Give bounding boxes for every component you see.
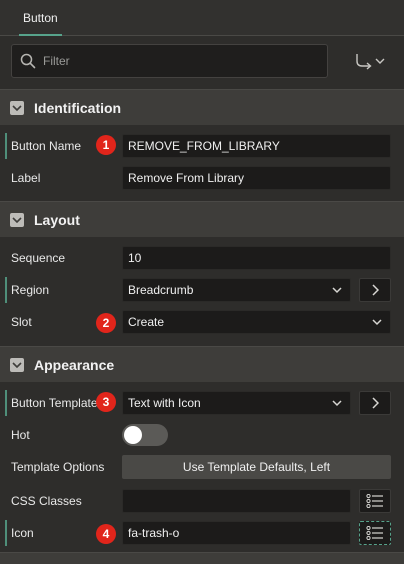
section-title-layout: Layout [34, 212, 80, 228]
goto-arrow-icon [356, 54, 385, 70]
button-template-label: Button Template [11, 396, 98, 410]
section-title-identification: Identification [34, 100, 122, 116]
chevron-down-icon [10, 213, 24, 227]
region-go-button[interactable] [359, 278, 391, 302]
button-template-go-button[interactable] [359, 391, 391, 415]
label-input[interactable]: Remove From Library [122, 166, 391, 190]
row-css-classes: CSS Classes [0, 485, 404, 517]
css-classes-label: CSS Classes [11, 494, 82, 508]
region-label: Region [11, 283, 50, 297]
region-select-value: Breadcrumb [128, 283, 194, 297]
slot-select[interactable]: Create [122, 310, 391, 334]
section-body-identification: Button Name REMOVE_FROM_LIBRARY Label Re… [0, 126, 404, 199]
slot-select-value: Create [128, 315, 165, 329]
icon-label: Icon [11, 526, 34, 540]
next-section-header [0, 552, 404, 564]
template-options-button[interactable]: Use Template Defaults, Left [122, 455, 391, 479]
row-slot: Slot Create [0, 306, 404, 338]
hot-toggle-knob [124, 426, 142, 444]
chevron-down-icon [332, 287, 342, 294]
callout-badge-3: 3 [96, 392, 116, 412]
chevron-down-icon [332, 400, 342, 407]
goto-group-button[interactable] [350, 50, 390, 72]
button-name-input[interactable]: REMOVE_FROM_LIBRARY [122, 134, 391, 158]
hot-toggle[interactable] [122, 424, 168, 446]
sequence-input[interactable]: 10 [122, 246, 391, 270]
filter-input[interactable] [43, 45, 323, 77]
filter-box [11, 44, 328, 78]
icon-input[interactable]: fa-trash-o [122, 521, 351, 545]
hot-label: Hot [11, 428, 30, 442]
section-title-appearance: Appearance [34, 357, 115, 373]
chevron-right-icon [372, 397, 379, 409]
row-region: Region Breadcrumb [0, 274, 404, 306]
label-field-label: Label [11, 171, 41, 185]
css-classes-input[interactable] [122, 489, 351, 513]
row-sequence: Sequence 10 [0, 242, 404, 274]
section-header-identification[interactable]: Identification [0, 89, 404, 125]
button-template-select-value: Text with Icon [128, 396, 201, 410]
callout-badge-1: 1 [96, 135, 116, 155]
row-button-template: Button Template Text with Icon [0, 387, 404, 419]
tab-bar: Button [0, 0, 404, 36]
callout-badge-4: 4 [96, 524, 116, 544]
row-hot: Hot [0, 419, 404, 451]
chevron-right-icon [372, 284, 379, 296]
slot-label: Slot [11, 315, 32, 329]
section-header-appearance[interactable]: Appearance [0, 346, 404, 382]
tab-button[interactable]: Button [11, 0, 70, 36]
chevron-down-icon [372, 319, 382, 326]
filter-bar [0, 37, 404, 89]
button-template-select[interactable]: Text with Icon [122, 391, 351, 415]
row-icon: Icon fa-trash-o [0, 517, 404, 549]
tab-button-label: Button [23, 11, 58, 25]
region-select[interactable]: Breadcrumb [122, 278, 351, 302]
chevron-down-icon [10, 358, 24, 372]
row-template-options: Template Options Use Template Defaults, … [0, 451, 404, 483]
row-label: Label Remove From Library [0, 162, 404, 194]
tab-active-indicator [19, 34, 62, 36]
template-options-label: Template Options [11, 460, 105, 474]
icon-picker-button[interactable] [359, 521, 391, 545]
list-icon [366, 526, 383, 540]
css-classes-picker-button[interactable] [359, 489, 391, 513]
search-icon [20, 53, 36, 69]
callout-badge-2: 2 [96, 313, 116, 333]
button-name-label: Button Name [11, 139, 82, 153]
row-button-name: Button Name REMOVE_FROM_LIBRARY [0, 130, 404, 162]
section-body-appearance: Button Template Text with Icon Hot Templ… [0, 383, 404, 552]
chevron-down-icon [10, 101, 24, 115]
sequence-label: Sequence [11, 251, 66, 265]
list-icon [366, 494, 383, 508]
section-body-layout: Sequence 10 Region Breadcrumb Slot Creat… [0, 238, 404, 345]
section-header-layout[interactable]: Layout [0, 201, 404, 237]
